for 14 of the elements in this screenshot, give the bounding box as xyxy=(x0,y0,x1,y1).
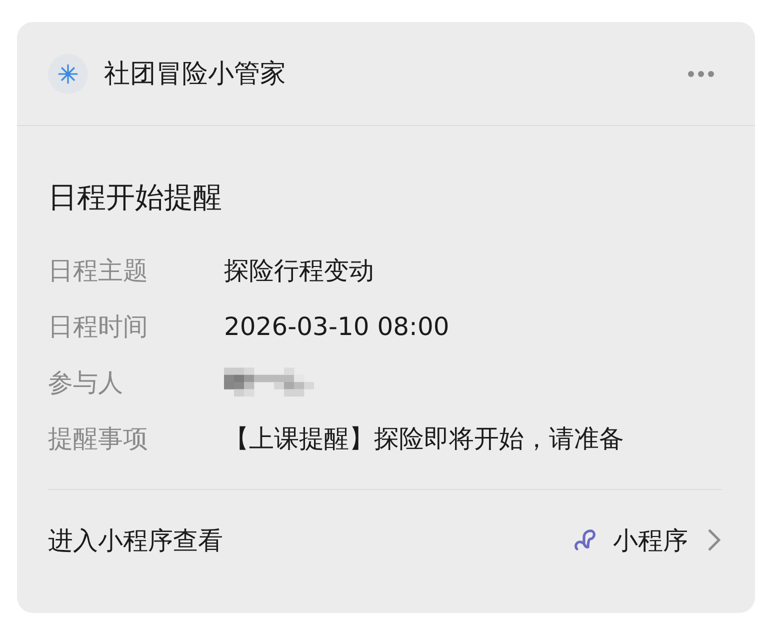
mini-program-label: 小程序 xyxy=(613,524,688,556)
field-label: 日程时间 xyxy=(48,310,149,342)
field-label: 日程主题 xyxy=(48,254,149,286)
notice-title: 日程开始提醒 xyxy=(48,179,223,216)
field-value: 探险行程变动 xyxy=(224,254,374,286)
field-value: 【上课提醒】探险即将开始，请准备 xyxy=(224,422,624,454)
field-value: 2026-03-10 08:00 xyxy=(224,312,450,340)
open-mini-program-link[interactable]: 进入小程序查看 xyxy=(48,524,571,556)
more-icon[interactable] xyxy=(687,70,715,78)
field-label: 提醒事项 xyxy=(48,422,149,454)
app-name: 社团冒险小管家 xyxy=(104,58,287,91)
chevron-right-icon[interactable] xyxy=(706,527,722,553)
app-logo-icon xyxy=(48,54,88,94)
field-label: 参与人 xyxy=(48,366,124,398)
